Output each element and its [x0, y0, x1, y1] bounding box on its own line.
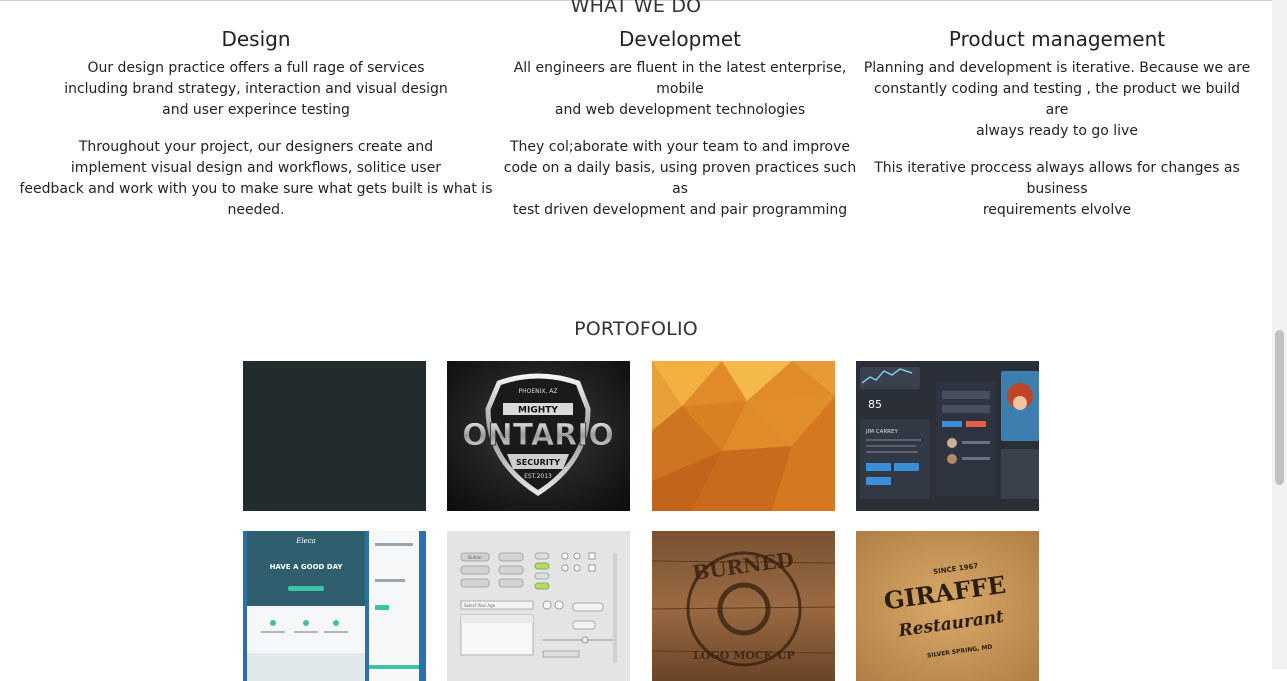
portfolio-item-giraffe-restaurant[interactable]: SINCE 1967 GIRAFFE Restaurant SILVER SPR…: [856, 531, 1039, 681]
design-paragraph-2: Throughout your project, our designers c…: [19, 139, 493, 218]
badge-location-text: PHOENIX, AZ: [518, 388, 557, 395]
what-we-do-title: WHAT WE DO: [570, 0, 702, 17]
development-heading: Developmet: [619, 27, 741, 51]
product-management-paragraph-1: Planning and development is iterative. B…: [863, 60, 1251, 139]
ontario-security-badge-image: PHOENIX, AZ MIGHTY ONTARIO SECURITY EST.…: [447, 361, 630, 511]
portfolio-item-light-ui-controls[interactable]: Button Select Your Age: [447, 531, 630, 681]
page-scrollbar[interactable]: [1272, 0, 1287, 669]
light-ui-controls-image: Button Select Your Age: [447, 531, 630, 681]
portfolio-item-dark-ui-kit[interactable]: 85 JIM CARREY: [856, 361, 1039, 511]
development-paragraph-2: They col;aborate with your team to and i…: [503, 139, 857, 218]
badge-year-text: EST.2013: [524, 473, 552, 480]
portfolio-item-orange-polygons[interactable]: [652, 361, 835, 511]
badge-banner-text: MIGHTY: [518, 406, 558, 416]
scrollbar-thumb[interactable]: [1275, 330, 1284, 485]
giraffe-restaurant-image: SINCE 1967 GIRAFFE Restaurant SILVER SPR…: [856, 531, 1039, 681]
portfolio-item-mighty-ontario[interactable]: PHOENIX, AZ MIGHTY ONTARIO SECURITY EST.…: [447, 361, 630, 511]
website-mockup-image: Eleca HAVE A GOOD DAY: [243, 531, 426, 681]
product-management-paragraph-2: This iterative proccess always allows fo…: [874, 160, 1240, 218]
controls-button-label: Button: [468, 555, 482, 560]
mockup-headline-text: HAVE A GOOD DAY: [270, 563, 344, 571]
burned-bottom-text: LOGO MOCK-UP: [693, 649, 795, 662]
badge-ribbon-text: SECURITY: [516, 458, 560, 467]
design-paragraph-1: Our design practice offers a full rage o…: [64, 60, 448, 118]
ui-kit-name-text: JIM CARREY: [865, 429, 898, 435]
portfolio-item-burned-logo[interactable]: BURNED LOGO MOCK-UP: [652, 531, 835, 681]
dark-ui-kit-image: 85 JIM CARREY: [856, 361, 1039, 511]
controls-select-label: Select Your Age: [464, 603, 496, 608]
design-column: Design Our design practice offers a full…: [6, 26, 506, 221]
badge-main-text: ONTARIO: [462, 418, 614, 453]
portfolio-item-website-mockup[interactable]: Eleca HAVE A GOOD DAY: [243, 531, 426, 681]
product-management-column: Product management Planning and developm…: [862, 26, 1252, 221]
orange-polygon-image: [652, 361, 835, 511]
portfolio-item-dark-slate[interactable]: [243, 361, 426, 511]
design-heading: Design: [221, 27, 291, 51]
mockup-brand-text: Eleca: [295, 537, 316, 545]
burned-logo-mockup-image: BURNED LOGO MOCK-UP: [652, 531, 835, 681]
portfolio-title: PORTOFOLIO: [574, 318, 698, 340]
development-paragraph-1: All engineers are fluent in the latest e…: [513, 60, 847, 118]
ui-kit-temperature-text: 85: [868, 398, 882, 411]
product-management-heading: Product management: [948, 27, 1166, 51]
development-column: Developmet All engineers are fluent in t…: [500, 26, 860, 221]
